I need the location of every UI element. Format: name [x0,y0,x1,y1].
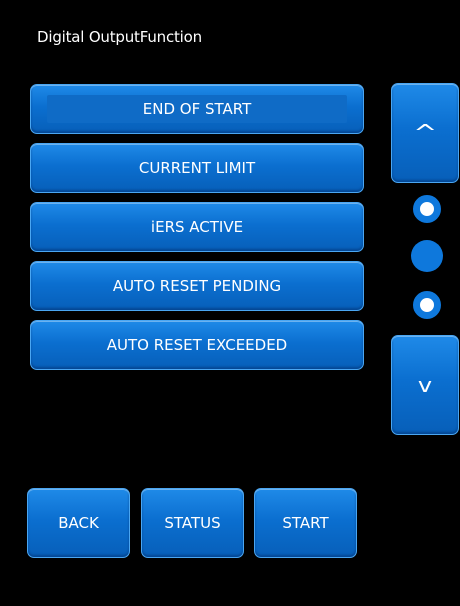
back-button[interactable]: BACK [27,488,130,558]
option-end-of-start[interactable]: END OF START [30,84,364,134]
status-button[interactable]: STATUS [141,488,244,558]
option-auto-reset-exceeded[interactable]: AUTO RESET EXCEEDED [30,320,364,370]
chevron-up-icon: ^ [413,120,437,146]
option-current-limit[interactable]: CURRENT LIMIT [30,143,364,193]
page-dot-2 [411,240,443,272]
page-dot-3 [413,291,441,319]
scroll-down-button[interactable]: v [391,335,459,435]
page-dot-1 [413,195,441,223]
page-title: Digital OutputFunction [37,28,202,46]
option-label: AUTO RESET PENDING [112,277,282,295]
option-auto-reset-pending[interactable]: AUTO RESET PENDING [30,261,364,311]
option-label: iERS ACTIVE [150,218,244,236]
option-iers-active[interactable]: iERS ACTIVE [30,202,364,252]
scroll-up-button[interactable]: ^ [391,83,459,183]
option-label: AUTO RESET EXCEEDED [106,336,288,354]
chevron-down-icon: v [417,373,433,397]
option-label: CURRENT LIMIT [138,159,256,177]
start-button[interactable]: START [254,488,357,558]
option-label: END OF START [142,100,252,118]
